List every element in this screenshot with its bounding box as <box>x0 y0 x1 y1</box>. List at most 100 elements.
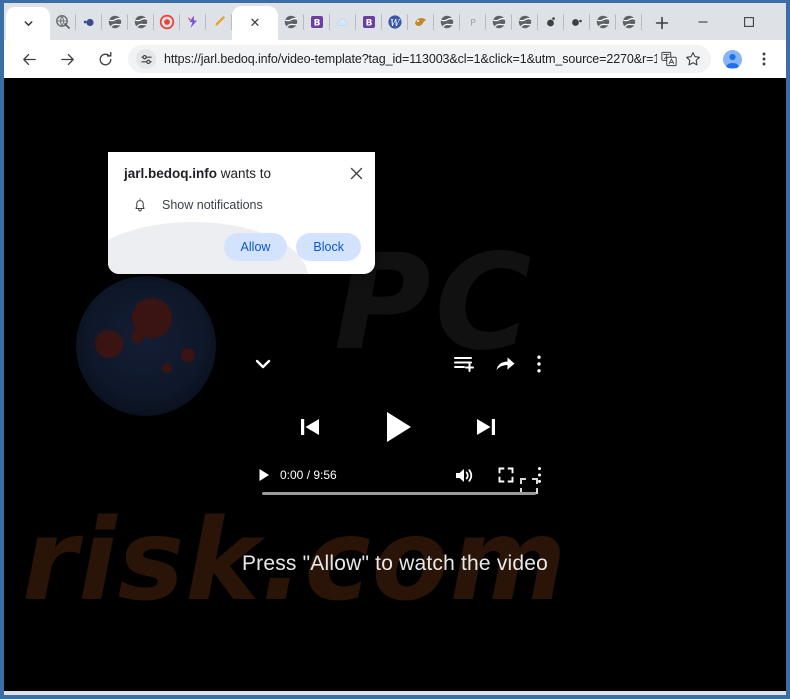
tab-search-button[interactable] <box>6 7 50 40</box>
forward-button[interactable] <box>53 45 81 73</box>
star-icon <box>686 52 700 66</box>
tab-item[interactable]: B <box>304 3 330 40</box>
close-window-button[interactable] <box>772 6 786 38</box>
search-globe-icon <box>56 14 70 29</box>
share-button[interactable] <box>495 354 516 374</box>
globe-icon <box>492 15 506 28</box>
permission-row: Show notifications <box>124 197 359 213</box>
site-settings-tune-icon <box>140 54 152 64</box>
allow-button[interactable]: Allow <box>223 233 288 261</box>
address-bar[interactable]: https://jarl.bedoq.info/video-template?t… <box>128 45 711 73</box>
add-to-queue-button[interactable] <box>454 354 475 374</box>
volume-button[interactable] <box>455 467 474 484</box>
next-track-icon <box>477 419 495 435</box>
chevron-down-icon <box>255 359 271 369</box>
reload-button[interactable] <box>91 45 119 73</box>
bitly-b-icon: B <box>363 15 375 28</box>
permission-label: Show notifications <box>162 198 263 212</box>
pinned-tab[interactable] <box>50 3 76 40</box>
tab-item[interactable]: W <box>382 3 408 40</box>
play-icon <box>259 469 269 481</box>
tab-item[interactable] <box>564 3 590 40</box>
tab-item[interactable] <box>590 3 616 40</box>
tab-close-button[interactable]: ✕ <box>250 17 261 30</box>
volume-icon <box>456 468 473 482</box>
globe-icon <box>596 15 610 28</box>
small-globe-icon <box>572 18 582 26</box>
svg-text:B: B <box>366 18 373 28</box>
close-icon <box>350 167 362 179</box>
translate-button[interactable] <box>657 47 681 71</box>
bubble-actions: Allow Block <box>223 233 361 261</box>
tab-item[interactable] <box>434 3 460 40</box>
letter-p-icon: P <box>470 18 476 28</box>
svg-text:P: P <box>470 18 476 28</box>
time-display: 0:00 / 9:56 <box>280 468 337 482</box>
browser-window-frame: ✕ B B W P https://jarl.bedoq.info/video-… <box>0 0 790 699</box>
globe-icon <box>622 15 636 28</box>
globe-icon <box>518 15 532 28</box>
window-controls <box>680 3 786 40</box>
tab-item[interactable] <box>408 3 434 40</box>
video-top-controls <box>252 346 542 382</box>
fullscreen-button[interactable] <box>498 467 514 483</box>
cloud-icon <box>336 18 348 26</box>
bubble-origin: jarl.bedoq.info <box>124 166 217 181</box>
collapse-chevron-button[interactable] <box>252 353 274 375</box>
globe-icon <box>284 15 298 28</box>
pinned-tab[interactable] <box>154 3 180 40</box>
minimize-button[interactable] <box>680 6 726 38</box>
browser-toolbar: https://jarl.bedoq.info/video-template?t… <box>4 40 786 78</box>
chrome-menu-button[interactable] <box>750 45 778 73</box>
active-tab[interactable]: ✕ <box>232 6 278 40</box>
site-settings-button[interactable] <box>136 49 156 69</box>
small-globe-icon <box>83 18 94 26</box>
pinned-tab[interactable] <box>180 3 206 40</box>
tab-item[interactable] <box>486 3 512 40</box>
tab-item[interactable]: B <box>356 3 382 40</box>
play-button[interactable] <box>383 410 413 444</box>
virustotal-icon <box>415 17 426 26</box>
tab-item[interactable] <box>616 3 642 40</box>
tab-item[interactable] <box>512 3 538 40</box>
video-bottom-controls: 0:00 / 9:56 <box>258 461 542 489</box>
pinned-tab[interactable] <box>102 3 128 40</box>
url-text[interactable]: https://jarl.bedoq.info/video-template?t… <box>164 52 657 66</box>
minimize-icon <box>698 20 708 23</box>
pinned-tab[interactable] <box>128 3 154 40</box>
small-globe-icon <box>547 16 555 26</box>
video-more-options-button[interactable] <box>536 354 542 374</box>
pip-corner <box>520 478 526 484</box>
tab-item[interactable] <box>278 3 304 40</box>
translate-icon <box>661 51 677 67</box>
new-tab-button[interactable] <box>648 9 676 37</box>
bubble-close-button[interactable] <box>347 164 365 182</box>
tab-item[interactable]: P <box>460 3 486 40</box>
browser-window: ✕ B B W P https://jarl.bedoq.info/video-… <box>4 3 786 695</box>
tab-item[interactable] <box>330 3 356 40</box>
lightning-bird-icon <box>188 15 197 28</box>
profile-avatar-icon <box>722 49 742 69</box>
more-options-icon <box>537 355 541 373</box>
reload-icon <box>99 51 111 65</box>
background-dot <box>131 330 144 343</box>
block-button[interactable]: Block <box>296 233 361 261</box>
three-dot-menu-icon <box>762 52 766 66</box>
add-to-queue-icon <box>454 357 474 372</box>
wordpress-icon: W <box>388 14 402 28</box>
tab-item[interactable] <box>538 3 564 40</box>
profile-button[interactable] <box>718 45 746 73</box>
globe-icon <box>134 15 148 28</box>
maximize-button[interactable] <box>726 6 772 38</box>
video-progress-bar[interactable] <box>262 492 536 495</box>
previous-track-button[interactable] <box>299 415 321 439</box>
bubble-body: jarl.bedoq.info wants to Show notificati… <box>108 152 375 213</box>
pinned-tab[interactable] <box>76 3 102 40</box>
globe-icon <box>440 15 454 28</box>
bookmark-button[interactable] <box>681 47 705 71</box>
background-dot <box>95 330 123 358</box>
small-play-button[interactable] <box>258 468 270 482</box>
next-track-button[interactable] <box>475 415 497 439</box>
back-button[interactable] <box>15 45 43 73</box>
pinned-tab[interactable] <box>206 3 232 40</box>
